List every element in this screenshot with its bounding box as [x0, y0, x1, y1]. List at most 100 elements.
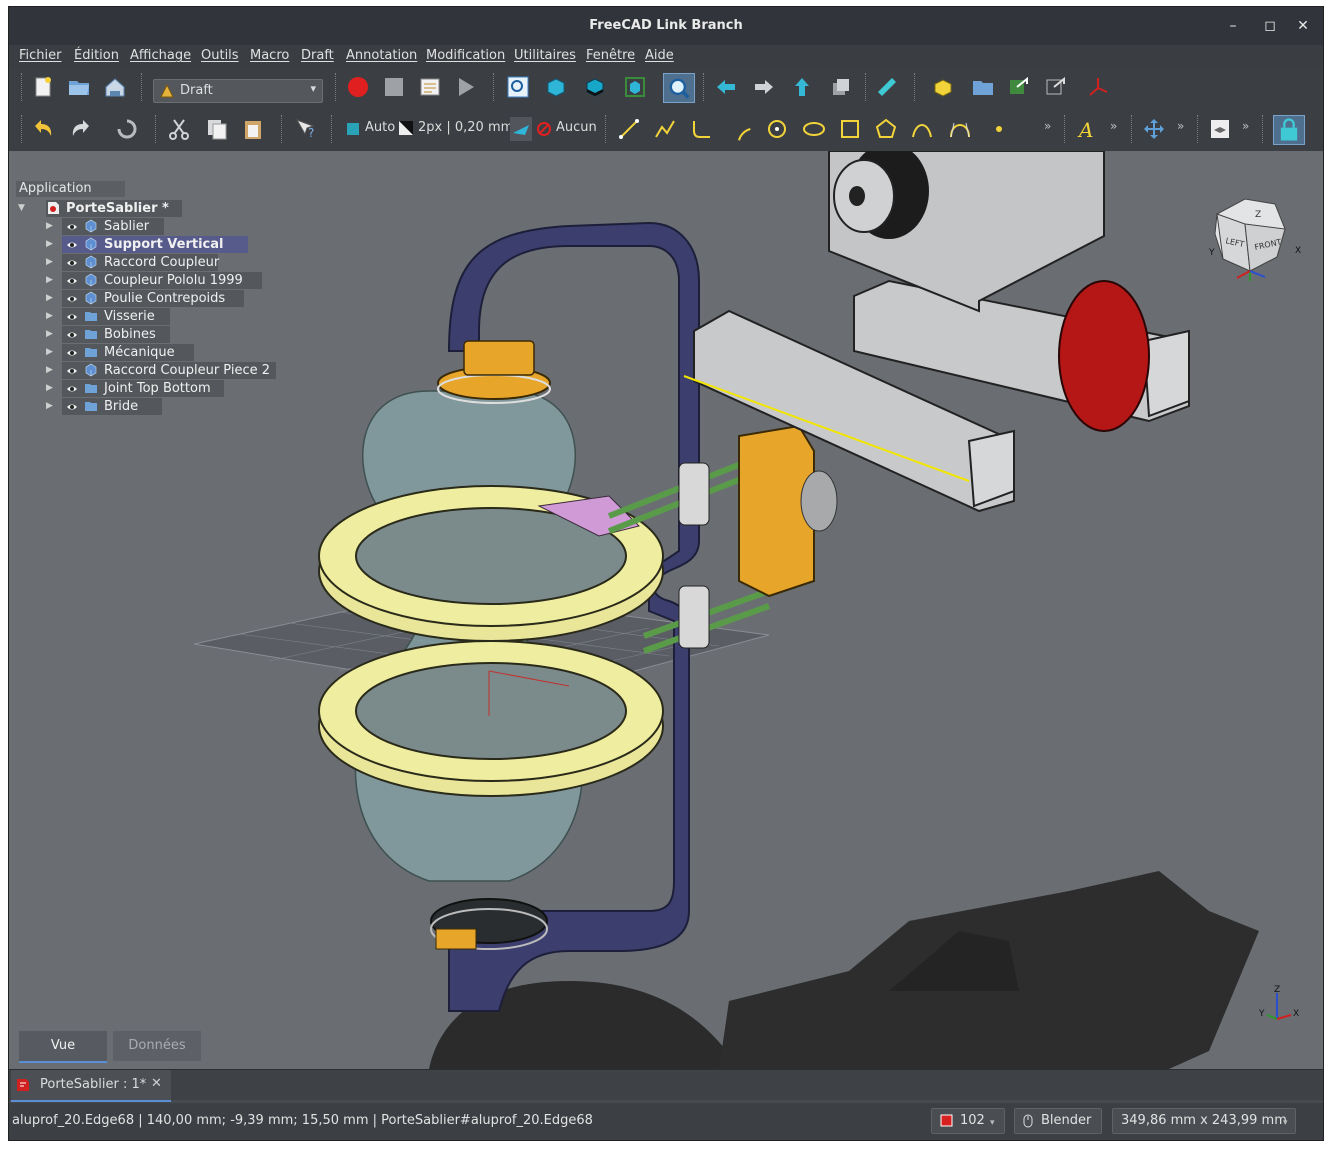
- polygon-tool-icon[interactable]: [874, 117, 898, 141]
- refresh-icon[interactable]: [115, 117, 139, 141]
- expand-arrow-icon[interactable]: ▶: [46, 311, 53, 321]
- menu-annotation[interactable]: Annotation: [346, 48, 417, 63]
- tree-item[interactable]: Raccord Coupleur Piece 2: [62, 362, 276, 379]
- menu-fichier[interactable]: Fichier: [19, 48, 62, 63]
- menu-fenetre[interactable]: Fenêtre: [586, 48, 635, 63]
- tree-item[interactable]: Coupleur Pololu 1999: [62, 272, 262, 289]
- toolbar-overflow-draw[interactable]: »: [1044, 119, 1051, 133]
- tree-item[interactable]: Support Vertical: [62, 236, 248, 253]
- line-style-icon[interactable]: [399, 121, 413, 135]
- create-part-icon[interactable]: [931, 75, 955, 99]
- visibility-eye-icon[interactable]: [66, 240, 78, 250]
- fit-all-icon[interactable]: [506, 75, 530, 99]
- visibility-eye-icon[interactable]: [66, 222, 78, 232]
- menu-draft[interactable]: Draft: [301, 48, 334, 63]
- line-style-label[interactable]: 2px | 0,20 mm: [418, 120, 513, 135]
- expand-arrow-icon[interactable]: ▶: [46, 275, 53, 285]
- up-arrow-icon[interactable]: [790, 75, 814, 99]
- collapse-arrow-icon[interactable]: ▼: [18, 203, 25, 213]
- expand-arrow-icon[interactable]: ▶: [46, 401, 53, 411]
- dimension-readout[interactable]: 349,86 mm x 243,99 mm ▾: [1112, 1108, 1296, 1134]
- tree-item[interactable]: Sablier: [62, 218, 164, 235]
- tree-item[interactable]: Joint Top Bottom: [62, 380, 224, 397]
- visibility-eye-icon[interactable]: [66, 312, 78, 322]
- maximize-button[interactable]: ◻: [1260, 16, 1280, 36]
- text-tool-icon[interactable]: A: [1075, 117, 1099, 141]
- toolbar-overflow-annotation[interactable]: »: [1110, 119, 1117, 133]
- tab-vue[interactable]: Vue: [19, 1031, 107, 1063]
- construction-mode-icon[interactable]: [346, 121, 360, 137]
- menu-utilitaires[interactable]: Utilitaires: [514, 48, 576, 63]
- visibility-eye-icon[interactable]: [66, 258, 78, 268]
- whats-this-icon[interactable]: ?: [294, 117, 318, 141]
- measure-ruler-icon[interactable]: [875, 75, 899, 99]
- point-tool-icon[interactable]: [987, 117, 1011, 141]
- navigation-cube[interactable]: Z LEFT FRONT Y X: [1205, 189, 1305, 284]
- menu-affichage[interactable]: Affichage: [130, 48, 191, 63]
- toolbar-overflow-modify[interactable]: »: [1177, 119, 1184, 133]
- link-actions-icon[interactable]: [1044, 75, 1068, 99]
- visibility-eye-icon[interactable]: [66, 276, 78, 286]
- menu-edition[interactable]: Édition: [74, 48, 119, 63]
- navigation-style-button[interactable]: Blender: [1014, 1108, 1102, 1134]
- menu-aide[interactable]: Aide: [645, 48, 674, 63]
- expand-arrow-icon[interactable]: ▶: [46, 347, 53, 357]
- minimize-button[interactable]: –: [1223, 16, 1243, 36]
- tab-donnees[interactable]: Données: [113, 1031, 201, 1061]
- bspline-tool-icon[interactable]: [910, 117, 934, 141]
- wire-tool-icon[interactable]: [653, 117, 677, 141]
- run-macro-icon[interactable]: [454, 75, 478, 99]
- ellipse-tool-icon[interactable]: [802, 117, 826, 141]
- tree-item[interactable]: Bobines: [62, 326, 170, 343]
- record-macro-icon[interactable]: [346, 75, 370, 99]
- snap-lock-icon[interactable]: [1273, 115, 1305, 145]
- move-tool-icon[interactable]: [1142, 117, 1166, 141]
- menu-macro[interactable]: Macro: [250, 48, 289, 63]
- save-icon[interactable]: [103, 75, 127, 99]
- document-tab[interactable]: PorteSablier : 1* ✕: [11, 1070, 171, 1102]
- make-link-icon[interactable]: [1007, 75, 1031, 99]
- expand-arrow-icon[interactable]: ▶: [46, 239, 53, 249]
- expand-arrow-icon[interactable]: ▶: [46, 383, 53, 393]
- copy-icon[interactable]: [205, 117, 229, 141]
- bounding-box-icon[interactable]: [623, 75, 647, 99]
- no-snap-icon[interactable]: [536, 121, 552, 137]
- expand-arrow-icon[interactable]: ▶: [46, 329, 53, 339]
- tree-item[interactable]: Bride: [62, 398, 162, 415]
- back-arrow-icon[interactable]: [714, 75, 738, 99]
- undo-icon[interactable]: [31, 117, 55, 141]
- coordinate-system-icon[interactable]: [1086, 75, 1110, 99]
- cut-icon[interactable]: [167, 117, 191, 141]
- expand-arrow-icon[interactable]: ▶: [46, 221, 53, 231]
- close-button[interactable]: ✕: [1293, 16, 1313, 36]
- visibility-eye-icon[interactable]: [66, 402, 78, 412]
- expand-arrow-icon[interactable]: ▶: [46, 293, 53, 303]
- visibility-eye-icon[interactable]: [66, 348, 78, 358]
- expand-arrow-icon[interactable]: ▶: [46, 257, 53, 267]
- paste-icon[interactable]: [241, 117, 265, 141]
- draw-style-icon[interactable]: [583, 75, 607, 99]
- redo-icon[interactable]: [69, 117, 93, 141]
- stop-macro-icon[interactable]: [382, 75, 406, 99]
- line-tool-icon[interactable]: [617, 117, 641, 141]
- circle-tool-icon[interactable]: [765, 117, 789, 141]
- open-folder-icon[interactable]: [67, 75, 91, 99]
- visibility-eye-icon[interactable]: [66, 384, 78, 394]
- expand-arrow-icon[interactable]: ▶: [46, 365, 53, 375]
- forward-arrow-icon[interactable]: [752, 75, 776, 99]
- tree-item[interactable]: Raccord Coupleur: [62, 254, 219, 271]
- tree-document[interactable]: PorteSablier *: [46, 200, 182, 217]
- stack-icon[interactable]: [829, 75, 853, 99]
- create-group-icon[interactable]: [971, 75, 995, 99]
- tree-item[interactable]: Visserie: [62, 308, 170, 325]
- 3d-viewport[interactable]: Application ▼ PorteSablier * ▶ Sablier ▶ Su…: [9, 151, 1323, 1069]
- rectangle-tool-icon[interactable]: [838, 117, 862, 141]
- draw-style-toggle-icon[interactable]: [510, 117, 532, 141]
- tree-item[interactable]: Mécanique: [62, 344, 194, 361]
- fillet-tool-icon[interactable]: [690, 117, 714, 141]
- view-isometric-icon[interactable]: [544, 75, 568, 99]
- menu-outils[interactable]: Outils: [201, 48, 239, 63]
- zoom-box-icon[interactable]: [663, 73, 695, 103]
- layer-manager-icon[interactable]: [1208, 117, 1232, 141]
- tree-item[interactable]: Poulie Contrepoids: [62, 290, 244, 307]
